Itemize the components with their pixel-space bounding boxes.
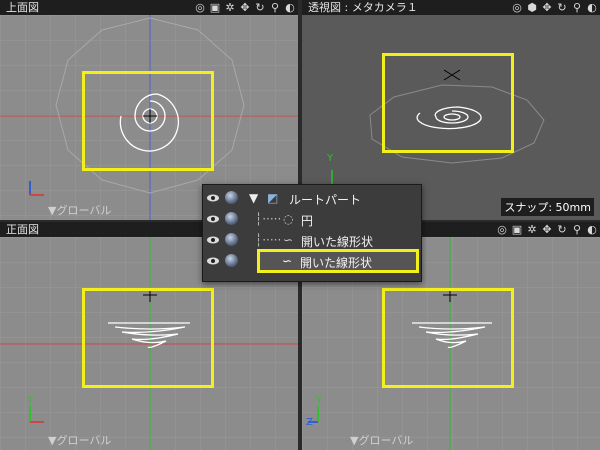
axis-gizmo-top xyxy=(29,181,44,196)
sphere-icon[interactable] xyxy=(225,212,238,225)
viewport-persp-header: 透視図 : メタカメラ１ ◎ ⬢ ✥ ↻ ⚲ ◐ xyxy=(302,0,600,15)
move-icon[interactable]: ✥ xyxy=(541,1,553,14)
viewport-front-global[interactable]: ▼グローバル xyxy=(48,432,111,448)
axis-y-label-persp: Y xyxy=(327,153,334,164)
outliner-label-open-line-2[interactable]: 開いた線形状 xyxy=(300,254,372,271)
tree-connector: ┆····· xyxy=(255,212,282,226)
hexagon-icon[interactable]: ⬢ xyxy=(526,1,538,14)
target-icon[interactable]: ◎ xyxy=(194,1,206,14)
open-line-icon: ∽ xyxy=(282,254,293,268)
sphere-icon[interactable] xyxy=(225,233,238,246)
zoom-icon[interactable]: ⚲ xyxy=(269,1,281,14)
viewport-persp-title[interactable]: 透視図 : メタカメラ１ xyxy=(308,0,418,15)
outliner-row-open-line-2[interactable]: ┆·· ∽ 開いた線形状 xyxy=(203,249,421,273)
rotate-icon[interactable]: ↻ xyxy=(556,1,568,14)
eye-icon[interactable] xyxy=(206,255,220,267)
part-folder-icon: ◩ xyxy=(267,191,279,205)
viewport-side-global[interactable]: ▼グローバル xyxy=(350,432,413,448)
highlight-box-top xyxy=(82,71,214,171)
cube-icon[interactable]: ▣ xyxy=(511,223,523,236)
highlight-box-side xyxy=(382,288,514,388)
viewport-top-header: 上面図 ◎ ▣ ✲ ✥ ↻ ⚲ ◐ xyxy=(0,0,298,15)
move-icon[interactable]: ✥ xyxy=(541,223,553,236)
circle-shape-icon: ◌ xyxy=(283,212,294,226)
axis-y-label-side: Y xyxy=(316,395,323,406)
move-icon[interactable]: ✥ xyxy=(239,1,251,14)
highlight-box-front xyxy=(82,288,214,388)
eye-icon[interactable] xyxy=(206,192,220,204)
axis-y-label-front: Y xyxy=(27,395,34,406)
zoom-icon[interactable]: ⚲ xyxy=(571,223,583,236)
maximize-icon[interactable]: ◐ xyxy=(586,223,598,236)
viewport-side-toolbar: ◎ ▣ ✲ ✥ ↻ ⚲ ◐ xyxy=(496,222,598,237)
outliner-label-open-line-1[interactable]: 開いた線形状 xyxy=(301,233,373,250)
target-icon[interactable]: ◎ xyxy=(496,223,508,236)
rotate-icon[interactable]: ↻ xyxy=(556,223,568,236)
eye-icon[interactable] xyxy=(206,234,220,246)
target-icon[interactable]: ◎ xyxy=(511,1,523,14)
outliner-row-root[interactable]: ▼ ◩ ルートパート xyxy=(203,188,421,208)
eye-icon[interactable] xyxy=(206,213,220,225)
gear-icon[interactable]: ✲ xyxy=(526,223,538,236)
sphere-icon[interactable] xyxy=(225,254,238,267)
viewport-front-title[interactable]: 正面図 xyxy=(6,222,39,237)
gear-icon[interactable]: ✲ xyxy=(224,1,236,14)
axis-z-label-side: Z xyxy=(306,417,313,428)
viewport-top-global[interactable]: ▼グローバル xyxy=(48,202,111,218)
highlight-box-persp xyxy=(382,53,514,153)
zoom-icon[interactable]: ⚲ xyxy=(571,1,583,14)
snap-indicator[interactable]: スナップ: 50mm xyxy=(501,198,594,216)
viewport-persp-toolbar: ◎ ⬢ ✥ ↻ ⚲ ◐ xyxy=(511,0,598,15)
rotate-icon[interactable]: ↻ xyxy=(254,1,266,14)
outliner-row-open-line-1[interactable]: ┆····· ∽ 開いた線形状 xyxy=(203,230,421,250)
maximize-icon[interactable]: ◐ xyxy=(284,1,296,14)
tree-connector: ┆····· xyxy=(255,233,282,247)
selected-row-highlight[interactable]: ∽ 開いた線形状 xyxy=(257,249,419,273)
open-line-icon: ∽ xyxy=(283,233,294,247)
sphere-icon[interactable] xyxy=(225,191,238,204)
disclosure-triangle-icon[interactable]: ▼ xyxy=(249,191,258,205)
outliner-label-circle[interactable]: 円 xyxy=(301,212,313,229)
viewport-top-title[interactable]: 上面図 xyxy=(6,0,39,15)
maximize-icon[interactable]: ◐ xyxy=(586,1,598,14)
outliner-row-circle[interactable]: ┆····· ◌ 円 xyxy=(203,209,421,229)
outliner-label-root[interactable]: ルートパート xyxy=(289,191,361,208)
cube-icon[interactable]: ▣ xyxy=(209,1,221,14)
part-outliner[interactable]: ▼ ◩ ルートパート ┆····· ◌ 円 ┆····· ∽ 開いた線形状 ┆·… xyxy=(202,184,422,282)
viewport-top-toolbar: ◎ ▣ ✲ ✥ ↻ ⚲ ◐ xyxy=(194,0,296,15)
